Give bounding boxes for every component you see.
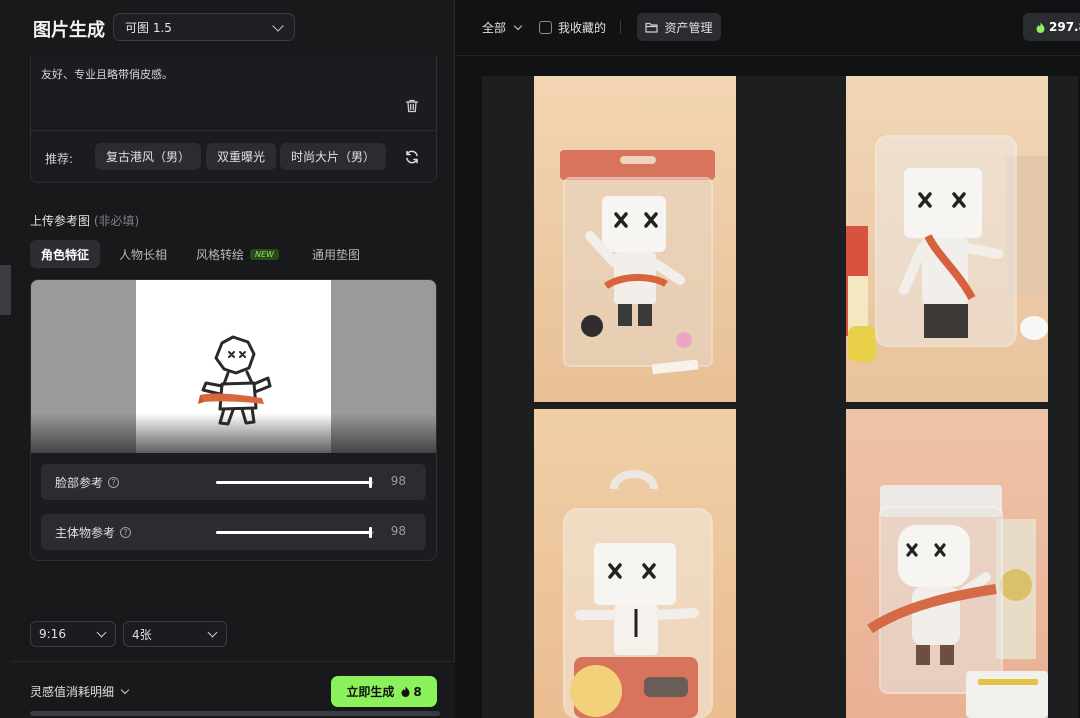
help-icon[interactable]: ? — [108, 477, 120, 488]
chevron-down-icon — [96, 627, 107, 638]
aspect-ratio-value: 9:16 — [39, 627, 66, 641]
right-panel: 全部 我收藏的 资产管理 297.8 — [456, 0, 1080, 718]
tab-general-base[interactable]: 通用垫图 — [312, 240, 360, 268]
face-reference-slider-row: 脸部参考 ? 98 — [41, 464, 426, 500]
refresh-icon[interactable] — [404, 149, 420, 165]
face-reference-value: 98 — [390, 474, 406, 488]
left-panel: 图片生成 可图 1.5 友好、专业且略带俏皮感。 推荐: 复古港风（男） 双重曝… — [0, 0, 455, 718]
model-select-value: 可图 1.5 — [125, 20, 172, 35]
chevron-down-icon — [120, 685, 130, 695]
subject-reference-label-text: 主体物参考 — [55, 526, 116, 540]
chevron-down-icon — [207, 627, 218, 638]
tab-face-likeness[interactable]: 人物长相 — [119, 240, 167, 268]
filter-all-label: 全部 — [482, 21, 507, 35]
generated-image-2[interactable] — [846, 76, 1048, 402]
left-scrollbar[interactable] — [30, 711, 440, 716]
folder-icon — [645, 22, 659, 33]
upload-title-text: 上传参考图 — [30, 214, 91, 228]
subject-reference-slider[interactable] — [216, 527, 374, 538]
credits-value: 297.8 — [1049, 20, 1080, 34]
chevron-down-icon — [272, 20, 284, 32]
recommend-chip-fashion[interactable]: 时尚大片（男） — [280, 143, 386, 170]
upload-optional-hint: (非必填) — [93, 214, 140, 228]
trash-icon[interactable] — [404, 98, 420, 114]
recommend-chip-double-exposure[interactable]: 双重曝光 — [206, 143, 276, 170]
image-count-select[interactable]: 4张 — [123, 621, 227, 647]
prompt-card: 友好、专业且略带俏皮感。 推荐: 复古港风（男） 双重曝光 时尚大片（男） — [30, 56, 437, 183]
face-reference-slider-thumb[interactable] — [368, 477, 372, 488]
tab-style-transfer-label: 风格转绘 — [196, 247, 245, 262]
left-bottom-bar: 灵感值消耗明细 立即生成 8 — [11, 661, 455, 718]
help-icon[interactable]: ? — [120, 527, 132, 538]
face-reference-slider[interactable] — [216, 477, 374, 488]
subject-reference-label: 主体物参考 ? — [55, 524, 132, 541]
flame-icon — [1036, 22, 1045, 33]
flame-icon — [401, 686, 410, 697]
new-badge: NEW — [250, 248, 279, 260]
upload-reference-title: 上传参考图 (非必填) — [30, 212, 139, 229]
aspect-ratio-select[interactable]: 9:16 — [30, 621, 116, 647]
asset-manage-label: 资产管理 — [664, 20, 713, 35]
generate-cost: 8 — [413, 684, 422, 699]
face-reference-label: 脸部参考 ? — [55, 474, 120, 491]
preview-shade — [31, 413, 436, 453]
filter-all-dropdown[interactable]: 全部 — [482, 19, 523, 36]
chevron-down-icon — [513, 21, 523, 30]
favorites-checkbox[interactable] — [539, 21, 552, 34]
generate-button-label: 立即生成 — [346, 685, 395, 699]
gallery-toolbar: 全部 我收藏的 资产管理 297.8 — [456, 0, 1080, 56]
prompt-divider — [31, 130, 436, 131]
tab-character-features[interactable]: 角色特征 — [30, 240, 100, 268]
recommend-label: 推荐: — [45, 152, 74, 166]
panel-edge-handle[interactable] — [0, 265, 11, 315]
generated-image-1[interactable] — [534, 76, 736, 402]
image-count-value: 4张 — [132, 627, 152, 642]
reference-card: 脸部参考 ? 98 主体物参考 ? 98 — [30, 279, 437, 561]
face-reference-label-text: 脸部参考 — [55, 476, 104, 490]
generated-image-3[interactable] — [534, 409, 736, 718]
favorites-label: 我收藏的 — [558, 21, 607, 35]
model-select[interactable]: 可图 1.5 — [113, 13, 295, 41]
subject-reference-slider-row: 主体物参考 ? 98 — [41, 514, 426, 550]
asset-manage-button[interactable]: 资产管理 — [637, 13, 721, 41]
left-top-bar: 图片生成 可图 1.5 — [0, 0, 455, 56]
subject-reference-slider-thumb[interactable] — [368, 527, 372, 538]
credits-balance[interactable]: 297.8 — [1023, 13, 1080, 41]
cost-detail-label: 灵感值消耗明细 — [30, 685, 115, 699]
prompt-text[interactable]: 友好、专业且略带俏皮感。 — [41, 66, 173, 82]
app-title: 图片生成 — [33, 20, 105, 41]
toolbar-divider — [620, 20, 621, 34]
favorites-filter[interactable]: 我收藏的 — [539, 19, 606, 36]
reference-image-preview[interactable] — [31, 280, 436, 453]
generated-image-4[interactable] — [846, 409, 1048, 718]
generated-gallery — [482, 76, 1078, 718]
cost-detail-toggle[interactable]: 灵感值消耗明细 — [30, 683, 130, 700]
generate-button[interactable]: 立即生成 8 — [331, 676, 437, 707]
recommend-chip-retro-hk[interactable]: 复古港风（男） — [95, 143, 201, 170]
subject-reference-value: 98 — [390, 524, 406, 538]
tab-style-transfer[interactable]: 风格转绘 NEW — [196, 240, 279, 268]
subject-reference-slider-fill — [216, 531, 371, 534]
face-reference-slider-fill — [216, 481, 371, 484]
